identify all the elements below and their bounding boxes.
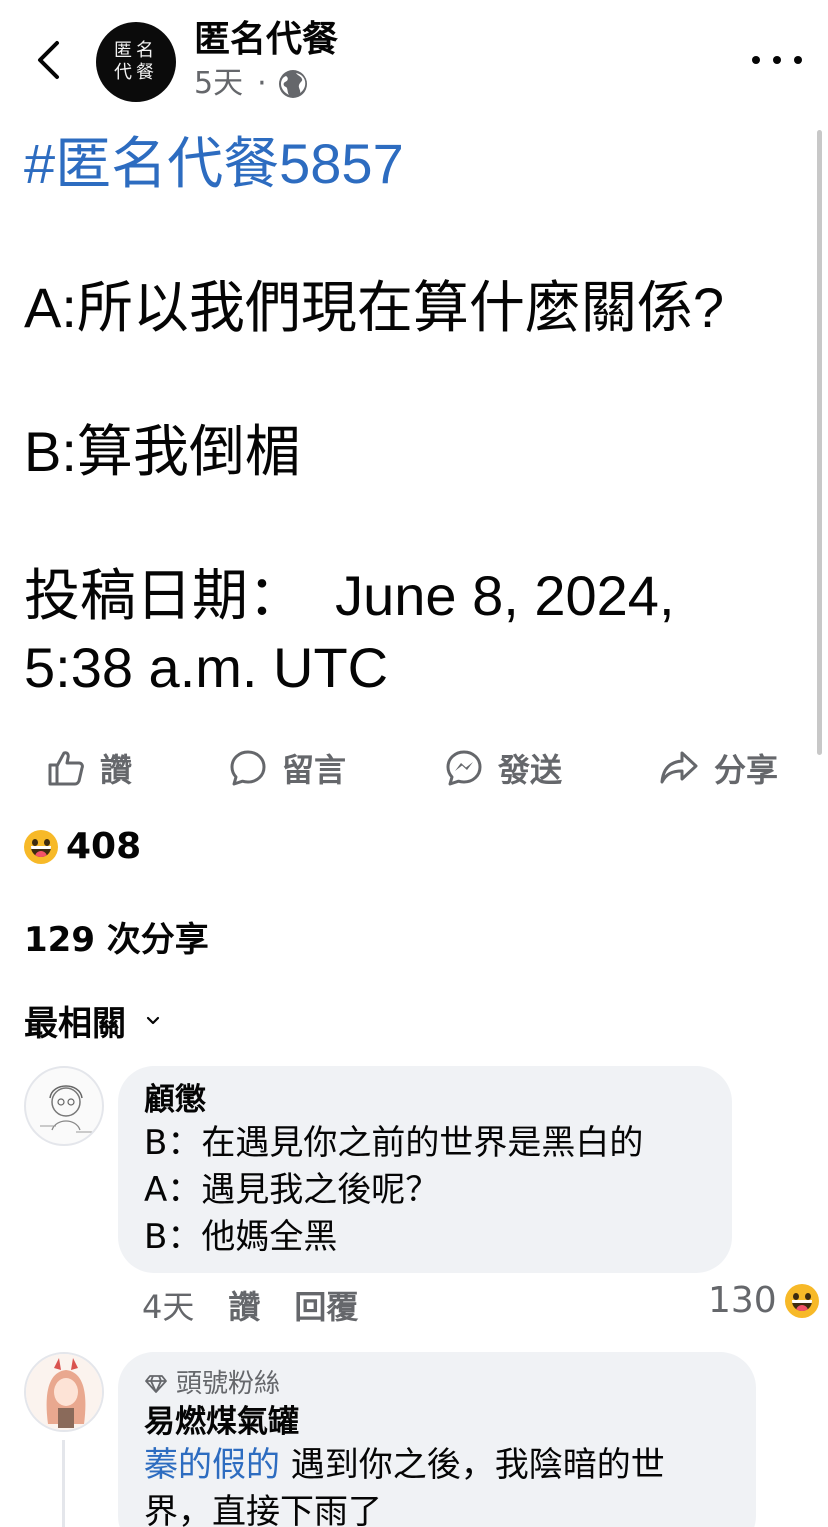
top-fan-badge[interactable]: 頭號粉絲	[144, 1366, 730, 1402]
comment-bubble[interactable]: 頭號粉絲 易燃煤氣罐 蓁的假的 遇到你之後，我陰暗的世界，直接下雨了	[118, 1352, 756, 1527]
chevron-down-icon	[146, 1016, 160, 1024]
post-time[interactable]: 5天	[194, 66, 243, 102]
diamond-icon	[145, 1375, 167, 1393]
post-date-line1: 投稿日期： June 8, 2024,	[24, 564, 675, 627]
comment-bubble-icon	[230, 750, 266, 786]
page-name[interactable]: 匿名代餐	[194, 18, 338, 62]
sketch-avatar-image	[40, 1085, 96, 1133]
emoji-eye	[44, 838, 50, 846]
emoji-mouth	[31, 845, 51, 857]
post-line-a: A:所以我們現在算什麼關係?	[24, 276, 725, 339]
reaction-summary[interactable]: 408	[24, 826, 141, 867]
commenter-avatar[interactable]	[24, 1352, 104, 1432]
post-line-b: B:算我倒楣	[24, 420, 301, 483]
emoji-tongue	[35, 850, 47, 857]
post-hashtag[interactable]: #匿名代餐5857	[24, 128, 814, 200]
send-button[interactable]: 發送	[444, 740, 562, 796]
badge-label: 頭號粉絲	[176, 1369, 281, 1399]
back-button[interactable]	[28, 38, 68, 82]
comment-sort-dropdown[interactable]: 最相關	[24, 996, 160, 1045]
sort-label: 最相關	[24, 1004, 126, 1044]
mention-link[interactable]: 蓁的假的	[144, 1445, 280, 1485]
chevron-left-icon	[38, 41, 59, 79]
share-arrow-icon	[660, 751, 698, 784]
comment-author[interactable]: 易燃煤氣罐	[144, 1402, 730, 1442]
haha-emoji-icon	[24, 829, 58, 864]
meta-separator: ·	[257, 66, 267, 101]
messenger-icon	[446, 750, 482, 786]
emoji-tongue	[795, 1304, 808, 1311]
more-dot	[773, 56, 781, 64]
comment-button[interactable]: 留言	[228, 740, 346, 796]
comment-reactions[interactable]: 130	[708, 1280, 819, 1321]
post-meta: 5天 ·	[194, 66, 309, 102]
avatar-logo-text: 匿名代餐	[114, 40, 158, 83]
action-bar: 讚 留言 發送 分享	[0, 740, 828, 796]
emoji-mouth	[791, 1299, 812, 1311]
comment-time[interactable]: 4天	[142, 1282, 194, 1328]
globe-icon	[278, 70, 307, 98]
comment-like-button[interactable]: 讚	[228, 1282, 260, 1328]
commenter-avatar[interactable]	[24, 1066, 104, 1146]
comment-reaction-count: 130	[708, 1280, 777, 1321]
comment-author[interactable]: 顧懲	[144, 1080, 706, 1120]
more-options-button[interactable]	[752, 42, 802, 78]
post-header: 匿名代餐 匿名代餐 5天 ·	[0, 0, 828, 120]
like-label: 讚	[100, 751, 133, 789]
post-date-line2: 5:38 a.m. UTC	[24, 636, 389, 699]
comment-text: 蓁的假的 遇到你之後，我陰暗的世界，直接下雨了	[144, 1442, 730, 1527]
send-label: 發送	[498, 751, 563, 789]
comment-bubble[interactable]: 顧懲 B：在遇見你之前的世界是黑白的 A：遇見我之後呢？ B：他媽全黑	[118, 1066, 732, 1273]
emoji-eye	[32, 838, 38, 846]
emoji-eye	[792, 1292, 799, 1300]
more-horizontal-icon	[752, 56, 760, 64]
share-button[interactable]: 分享	[658, 740, 778, 796]
emoji-teeth	[791, 1299, 812, 1303]
post-body: #匿名代餐5857 A:所以我們現在算什麼關係? B:算我倒楣 投稿日期： Ju…	[24, 128, 814, 704]
share-label: 分享	[714, 751, 779, 789]
anime-avatar-image	[26, 1354, 102, 1430]
like-button[interactable]: 讚	[46, 740, 132, 796]
thumbs-up-icon	[48, 751, 84, 786]
more-dot	[794, 56, 802, 64]
scrollbar[interactable]	[817, 130, 822, 755]
page-avatar[interactable]: 匿名代餐	[96, 22, 176, 102]
haha-emoji-icon	[784, 1283, 819, 1318]
emoji-eye	[804, 1292, 811, 1300]
reaction-count: 408	[66, 826, 142, 867]
comment-text: B：在遇見你之前的世界是黑白的 A：遇見我之後呢？ B：他媽全黑	[144, 1123, 644, 1257]
comment-reply-button[interactable]: 回覆	[294, 1282, 358, 1328]
comment-meta: 4天 讚 回覆	[142, 1282, 358, 1328]
thread-line	[62, 1440, 65, 1527]
emoji-teeth	[31, 845, 51, 849]
share-count[interactable]: 129 次分享	[24, 912, 209, 961]
comment-label: 留言	[282, 751, 347, 789]
